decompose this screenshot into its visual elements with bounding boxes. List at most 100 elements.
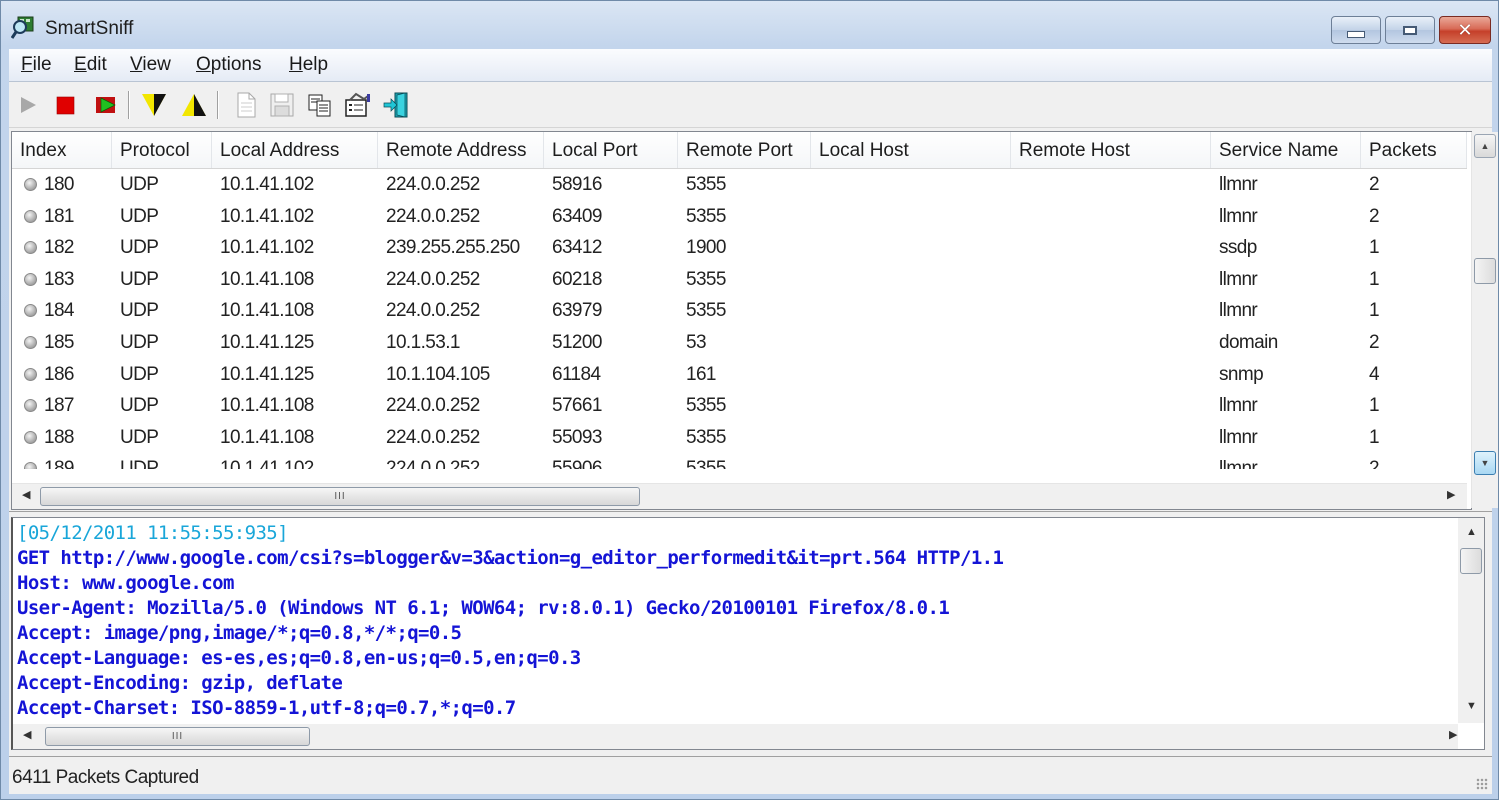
scroll-up-icon[interactable]: ▲	[1466, 526, 1477, 538]
cell-local-host	[811, 232, 819, 264]
column-header-packets[interactable]: Packets	[1361, 132, 1467, 168]
menu-view[interactable]: View	[130, 54, 171, 76]
new-document-button[interactable]	[233, 92, 259, 118]
column-header-remote-host[interactable]: Remote Host	[1011, 132, 1211, 168]
menu-edit[interactable]: Edit	[74, 54, 107, 76]
play-icon	[21, 97, 36, 113]
filter-down-icon	[142, 94, 166, 116]
scroll-right-icon[interactable]: ▶	[1449, 728, 1457, 741]
scroll-left-icon[interactable]: ◀	[22, 488, 30, 501]
column-header-local-port[interactable]: Local Port	[544, 132, 678, 168]
copy-button[interactable]	[307, 92, 333, 118]
cell-local-port: 57661	[544, 390, 602, 422]
cell-local-host	[811, 201, 819, 233]
list-vertical-scrollbar[interactable]: ▲ ▼	[1471, 132, 1498, 508]
list-horizontal-scrollbar[interactable]: ◀ III ▶	[12, 483, 1467, 509]
cell-index: 180	[12, 169, 75, 201]
cell-text: 187	[44, 395, 75, 417]
close-button[interactable]: ✕	[1439, 16, 1491, 44]
scroll-thumb[interactable]: III	[45, 727, 310, 746]
cell-local-port: 51200	[544, 327, 602, 359]
cell-remote-host	[1011, 422, 1019, 454]
column-header-local-host[interactable]: Local Host	[811, 132, 1011, 168]
arrow-down-icon: ▼	[1480, 458, 1490, 468]
table-row[interactable]: 181 UDP 10.1.41.102 224.0.0.252 63409 5355 llm…	[12, 201, 1467, 233]
cell-remote-host	[1011, 295, 1019, 327]
cell-text: 1	[1369, 268, 1380, 290]
title-bar[interactable]: SmartSniff ✕	[1, 1, 1498, 49]
save-button[interactable]	[269, 92, 295, 118]
table-row[interactable]: 189 UDP 10.1.41.102 224.0.0.252 55906 5355 llm…	[12, 453, 1467, 469]
cell-text: 5355	[686, 426, 726, 448]
table-row[interactable]: 184 UDP 10.1.41.108 224.0.0.252 63979 5355 llm…	[12, 295, 1467, 327]
properties-icon	[345, 92, 370, 117]
menu-help[interactable]: Help	[289, 54, 328, 76]
cell-text: UDP	[120, 237, 159, 259]
menu-bar: File Edit View Options Help	[9, 49, 1492, 82]
table-row[interactable]: 183 UDP 10.1.41.108 224.0.0.252 60218 5355 llm…	[12, 264, 1467, 296]
start-stop-capture-button[interactable]	[93, 92, 119, 118]
detail-vertical-scrollbar[interactable]: ▲ ▼	[1458, 518, 1484, 723]
start-capture-button[interactable]	[15, 92, 41, 118]
smartsniff-app-icon	[11, 16, 34, 39]
cell-text: UDP	[120, 363, 159, 385]
cell-protocol: UDP	[112, 295, 159, 327]
scroll-thumb[interactable]	[1474, 258, 1496, 284]
table-row[interactable]: 180 UDP 10.1.41.102 224.0.0.252 58916 5355 llm…	[12, 169, 1467, 201]
column-header-remote-port[interactable]: Remote Port	[678, 132, 811, 168]
capture-filter-button[interactable]	[180, 92, 206, 118]
scroll-down-button[interactable]: ▼	[1474, 451, 1496, 475]
properties-button[interactable]	[344, 92, 370, 118]
menu-label: dit	[86, 54, 107, 75]
resize-grip-icon[interactable]	[1476, 778, 1488, 790]
column-header-service-name[interactable]: Service Name	[1211, 132, 1361, 168]
table-row[interactable]: 182 UDP 10.1.41.102 239.255.255.250 63412 190…	[12, 232, 1467, 264]
scroll-left-icon[interactable]: ◀	[23, 728, 31, 741]
packet-detail-text[interactable]: [05/12/2011 11:55:55:935] GET http://www.…	[17, 521, 1447, 721]
cell-packets: 2	[1361, 169, 1380, 201]
scroll-up-button[interactable]: ▲	[1474, 134, 1496, 158]
cell-text: UDP	[120, 458, 159, 469]
cell-index: 185	[12, 327, 75, 359]
cell-local-port: 55093	[544, 422, 602, 454]
menu-file[interactable]: File	[21, 54, 52, 76]
cell-text: 5355	[686, 205, 726, 227]
connections-list[interactable]: Index Protocol Local Address Remote Addr…	[11, 131, 1498, 510]
cell-text: 224.0.0.252	[386, 205, 480, 227]
table-row[interactable]: 185 UDP 10.1.41.125 10.1.53.1 51200 53 domain 2	[12, 327, 1467, 359]
packet-detail-pane[interactable]: [05/12/2011 11:55:55:935] GET http://www.…	[11, 517, 1485, 750]
arrow-up-icon: ▲	[1480, 141, 1490, 151]
cell-protocol: UDP	[112, 327, 159, 359]
display-filter-button[interactable]	[140, 92, 166, 118]
scroll-down-icon[interactable]: ▼	[1466, 700, 1477, 712]
cell-text: UDP	[120, 332, 159, 353]
scroll-right-icon[interactable]: ▶	[1447, 488, 1455, 501]
cell-protocol: UDP	[112, 359, 159, 391]
scroll-thumb[interactable]: III	[40, 487, 640, 506]
toolbar	[9, 83, 1492, 128]
scroll-thumb[interactable]	[1460, 548, 1482, 574]
column-header-local-address[interactable]: Local Address	[212, 132, 378, 168]
cell-text: 10.1.41.108	[220, 395, 314, 417]
table-row[interactable]: 186 UDP 10.1.41.125 10.1.104.105 61184 161 snm…	[12, 359, 1467, 391]
cell-protocol: UDP	[112, 453, 159, 469]
status-dot-icon	[24, 304, 37, 318]
column-header-remote-address[interactable]: Remote Address	[378, 132, 544, 168]
menu-options[interactable]: Options	[196, 54, 261, 76]
exit-button[interactable]	[383, 92, 409, 118]
minimize-button[interactable]	[1331, 16, 1381, 44]
column-header-index[interactable]: Index	[12, 132, 112, 168]
exit-icon	[383, 92, 408, 118]
maximize-button[interactable]	[1385, 16, 1435, 44]
column-header-protocol[interactable]: Protocol	[112, 132, 212, 168]
table-row[interactable]: 188 UDP 10.1.41.108 224.0.0.252 55093 5355 llm…	[12, 422, 1467, 454]
cell-text: 10.1.41.102	[220, 205, 314, 227]
cell-remote-host	[1011, 453, 1019, 469]
detail-horizontal-scrollbar[interactable]: ◀ III ▶	[13, 724, 1458, 749]
cell-text: llmnr	[1219, 174, 1258, 195]
table-row[interactable]: 187 UDP 10.1.41.108 224.0.0.252 57661 5355 llm…	[12, 390, 1467, 422]
cell-remote-address: 10.1.53.1	[378, 327, 460, 359]
cell-text: 224.0.0.252	[386, 426, 480, 448]
stop-capture-button[interactable]	[52, 92, 78, 118]
cell-index: 188	[12, 422, 75, 454]
